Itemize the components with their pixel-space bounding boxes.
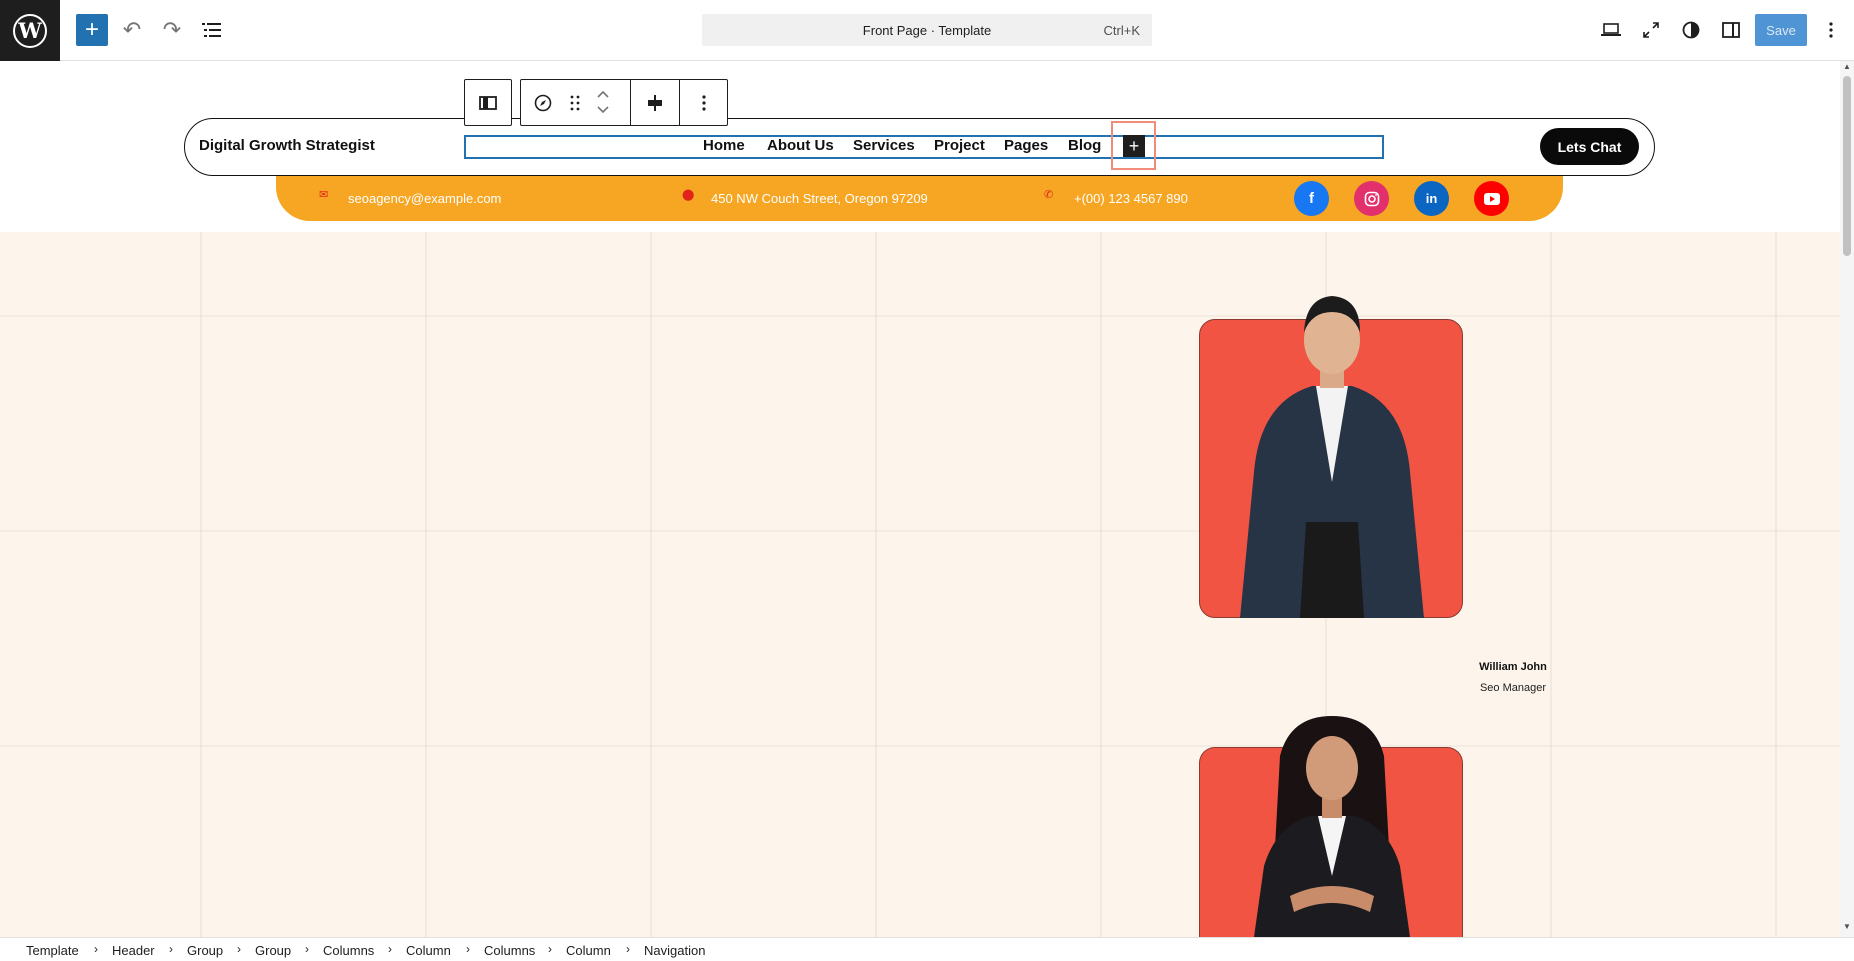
youtube-icon[interactable] bbox=[1474, 181, 1509, 216]
breadcrumb-separator-icon: › bbox=[237, 942, 241, 956]
add-nav-block-button[interactable]: + bbox=[1123, 135, 1145, 157]
template-title: Front Page · Template bbox=[862, 23, 992, 38]
block-inserter-button[interactable]: + bbox=[76, 14, 108, 46]
move-up-button[interactable] bbox=[591, 86, 615, 102]
breadcrumb-column[interactable]: Column bbox=[406, 943, 451, 958]
nav-item-blog[interactable]: Blog bbox=[1068, 137, 1101, 154]
breadcrumb-separator-icon: › bbox=[305, 942, 309, 956]
breadcrumb-separator-icon: › bbox=[388, 942, 392, 956]
scroll-up-arrow-icon[interactable]: ▲ bbox=[1842, 62, 1852, 72]
nav-item-about-us[interactable]: About Us bbox=[767, 137, 834, 154]
breadcrumb-template[interactable]: Template bbox=[26, 943, 79, 958]
settings-sidebar-button[interactable] bbox=[1715, 14, 1747, 46]
team-member-photo-man bbox=[1240, 296, 1424, 618]
list-view-icon bbox=[202, 23, 221, 37]
styles-button[interactable] bbox=[1675, 14, 1707, 46]
location-pin-icon: ⬤ bbox=[682, 189, 695, 201]
breadcrumb-separator-icon: › bbox=[94, 942, 98, 956]
nav-item-services[interactable]: Services bbox=[853, 137, 915, 154]
compass-icon bbox=[534, 94, 552, 111]
breadcrumb-separator-icon: › bbox=[626, 942, 630, 956]
justification-button[interactable] bbox=[631, 80, 679, 125]
wordpress-icon: W bbox=[13, 13, 47, 48]
contrast-icon bbox=[1682, 21, 1700, 39]
site-title[interactable]: Digital Growth Strategist bbox=[199, 137, 375, 154]
more-vertical-icon bbox=[1829, 22, 1833, 38]
undo-button[interactable]: ↶ bbox=[116, 14, 148, 46]
breadcrumb-group[interactable]: Group bbox=[187, 943, 223, 958]
move-down-button[interactable] bbox=[591, 102, 615, 118]
breadcrumb-columns[interactable]: Columns bbox=[323, 943, 374, 958]
team-member-name: William John bbox=[1479, 661, 1547, 673]
contact-address: 450 NW Couch Street, Oregon 97209 bbox=[711, 191, 928, 206]
save-button[interactable]: Save bbox=[1755, 14, 1807, 46]
wordpress-logo-button[interactable]: W bbox=[0, 0, 60, 61]
chevron-up-icon bbox=[597, 90, 609, 98]
contact-email: seoagency@example.com bbox=[348, 191, 502, 206]
breadcrumb-header[interactable]: Header bbox=[112, 943, 155, 958]
options-menu-button[interactable] bbox=[1815, 14, 1847, 46]
mail-icon: ✉ bbox=[319, 189, 329, 201]
instagram-icon[interactable] bbox=[1354, 181, 1389, 216]
hero-section[interactable] bbox=[0, 232, 1840, 937]
nav-item-project[interactable]: Project bbox=[934, 137, 985, 154]
breadcrumb-navigation[interactable]: Navigation bbox=[644, 943, 705, 958]
block-options-button[interactable] bbox=[680, 80, 728, 125]
team-member-photo-woman bbox=[1254, 716, 1410, 937]
drag-handle[interactable] bbox=[565, 80, 585, 125]
fullscreen-button[interactable] bbox=[1635, 14, 1667, 46]
breadcrumb-column[interactable]: Column bbox=[566, 943, 611, 958]
columns-icon bbox=[479, 95, 497, 110]
scroll-down-arrow-icon[interactable]: ▼ bbox=[1842, 922, 1852, 932]
block-breadcrumb-bar: Template › Header › Group › Group › Colu… bbox=[0, 937, 1854, 961]
breadcrumb-separator-icon: › bbox=[466, 942, 470, 956]
team-member-role: Seo Manager bbox=[1479, 682, 1547, 694]
desktop-preview-button[interactable] bbox=[1595, 14, 1627, 46]
laptop-icon bbox=[1601, 23, 1621, 36]
scrollbar-thumb[interactable] bbox=[1843, 76, 1851, 256]
more-vertical-icon bbox=[702, 94, 706, 111]
breadcrumb-separator-icon: › bbox=[169, 942, 173, 956]
facebook-icon[interactable]: f bbox=[1294, 181, 1329, 216]
navigation-block[interactable] bbox=[464, 135, 1384, 159]
expand-icon bbox=[1643, 22, 1659, 38]
command-palette-bar[interactable]: Front Page · Template Ctrl+K bbox=[702, 14, 1152, 46]
breadcrumb-columns[interactable]: Columns bbox=[484, 943, 535, 958]
redo-button[interactable]: ↷ bbox=[156, 14, 188, 46]
navigation-block-type-button[interactable] bbox=[529, 80, 557, 125]
block-parent-toolbar bbox=[464, 79, 512, 126]
nav-item-home[interactable]: Home bbox=[703, 137, 745, 154]
select-parent-button[interactable] bbox=[465, 80, 511, 125]
breadcrumb-separator-icon: › bbox=[548, 942, 552, 956]
shortcut-hint: Ctrl+K bbox=[1103, 23, 1140, 38]
phone-icon: ✆ bbox=[1044, 189, 1054, 201]
breadcrumb-group[interactable]: Group bbox=[255, 943, 291, 958]
contact-phone: +(00) 123 4567 890 bbox=[1074, 191, 1188, 206]
chevron-down-icon bbox=[597, 106, 609, 114]
justify-center-icon bbox=[648, 94, 662, 111]
block-toolbar bbox=[520, 79, 728, 126]
drag-handle-icon bbox=[570, 95, 580, 110]
editor-top-bar: W + ↶ ↷ Front Page · Template Ctrl+K Sav… bbox=[0, 0, 1854, 61]
nav-item-pages[interactable]: Pages bbox=[1004, 137, 1048, 154]
lets-chat-button[interactable]: Lets Chat bbox=[1540, 128, 1639, 165]
linkedin-icon[interactable]: in bbox=[1414, 181, 1449, 216]
document-overview-button[interactable] bbox=[196, 14, 228, 46]
sidebar-icon bbox=[1722, 22, 1740, 38]
